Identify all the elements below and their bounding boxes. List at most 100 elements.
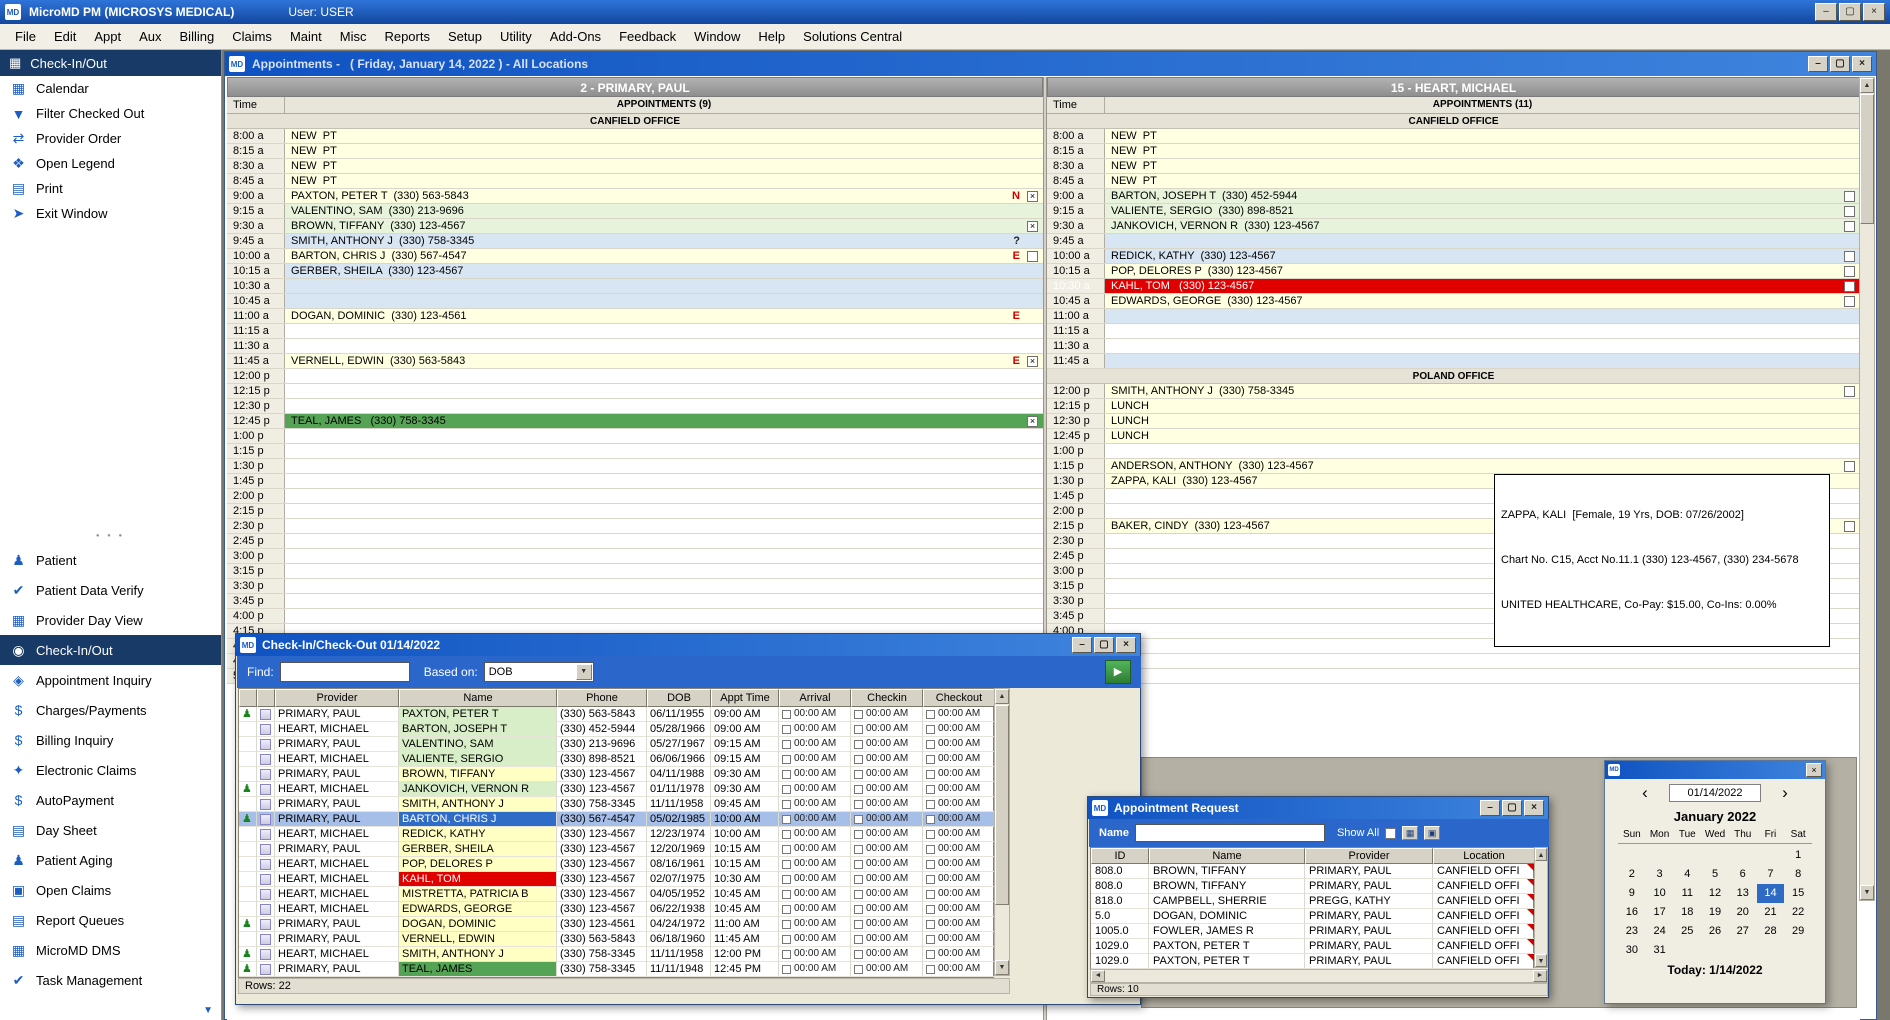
table-row[interactable]: HEART, MICHAELVALIENTE, SERGIO(330) 898-… [239,752,993,767]
schedule-slot[interactable]: 8:00 aNEW PT [1047,129,1860,144]
time-checkbox[interactable] [782,950,791,959]
calendar-day-12[interactable]: 12 [1701,884,1729,903]
slot-checkbox[interactable]: × [1027,221,1038,232]
schedule-slot[interactable]: 4:00 p [227,609,1043,624]
time-checkbox[interactable] [854,725,863,734]
time-checkbox[interactable] [926,800,935,809]
time-checkbox[interactable] [854,860,863,869]
calendar-day-13[interactable]: 13 [1729,884,1757,903]
slot-checkbox[interactable]: × [1027,416,1038,427]
table-row[interactable]: ♟PRIMARY, PAULTEAL, JAMES(330) 758-33451… [239,962,993,977]
menu-item-misc[interactable]: Misc [331,25,376,48]
schedule-slot[interactable]: 9:00 aBARTON, JOSEPH T (330) 452-5944 [1047,189,1860,204]
table-row[interactable]: HEART, MICHAELMISTRETTA, PATRICIA B(330)… [239,887,993,902]
request-horizontal-scrollbar[interactable]: ◄ ► [1090,969,1548,983]
calendar-day-15[interactable]: 15 [1784,884,1812,903]
calendar-day-1[interactable]: 1 [1784,846,1812,865]
table-row[interactable]: PRIMARY, PAULGERBER, SHEILA(330) 123-456… [239,842,993,857]
slot-checkbox[interactable]: × [1027,356,1038,367]
schedule-slot[interactable]: 1:45 p [227,474,1043,489]
time-checkbox[interactable] [926,725,935,734]
sidebar-item-electronic-claims[interactable]: ✦Electronic Claims [0,755,221,785]
slot-checkbox[interactable] [1844,521,1855,532]
time-checkbox[interactable] [854,875,863,884]
table-row[interactable]: HEART, MICHAELREDICK, KATHY(330) 123-456… [239,827,993,842]
time-checkbox[interactable] [782,875,791,884]
time-checkbox[interactable] [854,905,863,914]
table-row[interactable]: ♟HEART, MICHAELSMITH, ANTHONY J(330) 758… [239,947,993,962]
slot-checkbox[interactable] [1844,296,1855,307]
schedule-slot[interactable]: 1:00 p [1047,444,1860,459]
menu-item-billing[interactable]: Billing [171,25,224,48]
calendar-day-22[interactable]: 22 [1784,903,1812,922]
table-row[interactable]: 1029.0PAXTON, PETER TPRIMARY, PAULCANFIE… [1091,939,1533,954]
schedule-slot[interactable]: 1:00 p [227,429,1043,444]
schedule-slot[interactable]: 11:15 a [1047,324,1860,339]
slot-checkbox[interactable] [1844,266,1855,277]
calendar-day-3[interactable]: 3 [1646,865,1674,884]
scrollbar-thumb[interactable] [995,705,1009,905]
table-row[interactable]: HEART, MICHAELBARTON, JOSEPH T(330) 452-… [239,722,993,737]
schedule-slot[interactable]: 9:45 aSMITH, ANTHONY J (330) 758-3345? [227,234,1043,249]
slot-checkbox[interactable] [1844,221,1855,232]
menu-item-claims[interactable]: Claims [223,25,281,48]
request-close-button[interactable]: × [1524,800,1544,816]
based-on-select[interactable]: DOB ▼ [484,662,594,682]
time-checkbox[interactable] [926,950,935,959]
calendar-day-14[interactable]: 14 [1757,884,1785,903]
calendar-day-9[interactable]: 9 [1618,884,1646,903]
calendar-titlebar[interactable]: MD × [1605,761,1825,779]
menu-item-maint[interactable]: Maint [281,25,331,48]
calendar-day-16[interactable]: 16 [1618,903,1646,922]
time-checkbox[interactable] [782,830,791,839]
schedule-slot[interactable]: 12:15 p [227,384,1043,399]
sidebar-item-calendar[interactable]: ▦Calendar [0,76,221,101]
scroll-down-icon[interactable]: ▼ [1535,954,1547,967]
table-row[interactable]: PRIMARY, PAULVERNELL, EDWIN(330) 563-584… [239,932,993,947]
checkin-vertical-scrollbar[interactable]: ▲ ▼ [994,688,1010,976]
time-checkbox[interactable] [782,920,791,929]
time-checkbox[interactable] [854,815,863,824]
calendar-prev-icon[interactable]: ‹ [1637,783,1653,803]
slot-checkbox[interactable] [1844,281,1855,292]
time-checkbox[interactable] [782,860,791,869]
menu-item-add-ons[interactable]: Add-Ons [541,25,610,48]
time-checkbox[interactable] [782,710,791,719]
show-all-checkbox[interactable] [1385,828,1396,839]
window-maximize-button[interactable]: ▢ [1830,56,1850,72]
scroll-down-icon[interactable]: ▼ [1860,885,1874,900]
sidebar-item-patient-data-verify[interactable]: ✔Patient Data Verify [0,575,221,605]
schedule-slot[interactable]: 11:15 a [227,324,1043,339]
column-header-phone[interactable]: Phone [557,689,647,707]
slot-checkbox[interactable] [1844,461,1855,472]
schedule-slot[interactable]: 10:00 aREDICK, KATHY (330) 123-4567 [1047,249,1860,264]
request-maximize-button[interactable]: ▢ [1502,800,1522,816]
time-checkbox[interactable] [854,770,863,779]
time-checkbox[interactable] [854,740,863,749]
sidebar-item-report-queues[interactable]: ▤Report Queues [0,905,221,935]
sidebar-item-billing-inquiry[interactable]: $Billing Inquiry [0,725,221,755]
menu-item-aux[interactable]: Aux [130,25,170,48]
time-checkbox[interactable] [926,770,935,779]
sidebar-item-exit-window[interactable]: ➤Exit Window [0,201,221,226]
checkin-titlebar[interactable]: MD Check-In/Check-Out 01/14/2022 – ▢ × [236,634,1140,656]
table-row[interactable]: ♟PRIMARY, PAULPAXTON, PETER T(330) 563-5… [239,707,993,722]
time-checkbox[interactable] [926,740,935,749]
calendar-day-30[interactable]: 30 [1618,941,1646,960]
table-row[interactable]: 5.0DOGAN, DOMINICPRIMARY, PAULCANFIELD O… [1091,909,1533,924]
table-row[interactable]: HEART, MICHAELEDWARDS, GEORGE(330) 123-4… [239,902,993,917]
menu-item-setup[interactable]: Setup [439,25,491,48]
calendar-day-23[interactable]: 23 [1618,922,1646,941]
scroll-left-icon[interactable]: ◄ [1091,970,1105,982]
calendar-day-26[interactable]: 26 [1701,922,1729,941]
schedule-slot[interactable]: 8:00 aNEW PT [227,129,1043,144]
calendar-day-2[interactable]: 2 [1618,865,1646,884]
time-checkbox[interactable] [782,890,791,899]
checkin-close-button[interactable]: × [1116,637,1136,653]
time-checkbox[interactable] [854,785,863,794]
sidebar-item-autopayment[interactable]: $AutoPayment [0,785,221,815]
table-row[interactable]: 818.0CAMPBELL, SHERRIEPREGG, KATHYCANFIE… [1091,894,1533,909]
schedule-slot[interactable]: 9:15 aVALIENTE, SERGIO (330) 898-8521 [1047,204,1860,219]
request-grid-icon[interactable]: ▣ [1424,826,1440,840]
schedule-slot[interactable]: 8:45 aNEW PT [227,174,1043,189]
